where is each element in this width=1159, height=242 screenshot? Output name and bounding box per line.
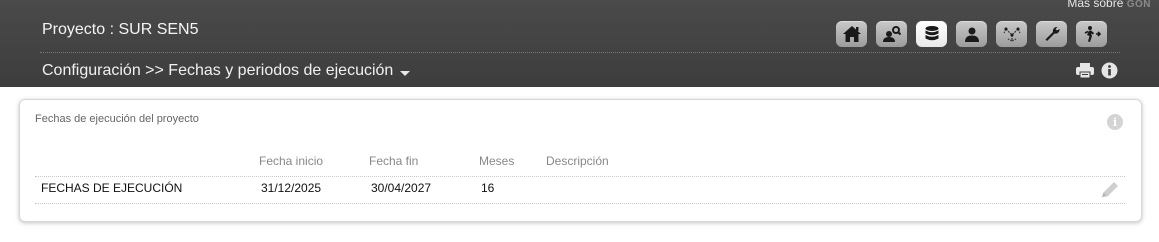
panel-title: Fechas de ejecución del proyecto xyxy=(35,113,199,125)
col-header-fecha-fin: Fecha fin xyxy=(369,154,419,168)
wrench-button[interactable] xyxy=(1036,21,1067,47)
database-icon xyxy=(925,26,938,41)
mas-sobre-label[interactable]: Más sobre xyxy=(1067,0,1123,10)
col-header-descripcion: Descripción xyxy=(546,154,609,168)
execution-dates-panel: Fechas de ejecución del proyecto i Fecha… xyxy=(19,99,1142,222)
users-search-button[interactable] xyxy=(876,21,907,47)
breadcrumb-label[interactable]: Configuración >> Fechas y periodos de ej… xyxy=(42,62,393,80)
user-icon xyxy=(964,27,979,42)
tree-button[interactable] xyxy=(996,21,1027,47)
tree-icon xyxy=(1002,27,1021,42)
mas-sobre-link[interactable]: Más sobre GON xyxy=(1067,0,1151,10)
wrench-icon xyxy=(1045,26,1060,41)
panel-info-icon[interactable]: i xyxy=(1107,114,1123,130)
col-header-fecha-inicio: Fecha inicio xyxy=(259,154,324,168)
exit-icon xyxy=(1084,26,1101,42)
edit-pencil-icon[interactable] xyxy=(1099,180,1121,205)
exit-button[interactable] xyxy=(1076,21,1107,47)
breadcrumb-menu[interactable]: Configuración >> Fechas y periodos de ej… xyxy=(42,62,411,80)
home-button[interactable] xyxy=(836,21,867,47)
users-search-icon xyxy=(882,26,901,42)
main-toolbar xyxy=(836,21,1107,47)
row-meses: 16 xyxy=(481,181,495,195)
project-title: Proyecto : SUR SEN5 xyxy=(42,21,199,38)
row-fecha-fin: 30/04/2027 xyxy=(371,181,432,195)
row-separator xyxy=(35,203,1125,204)
database-button[interactable] xyxy=(916,21,947,47)
brand-logo[interactable]: GON xyxy=(1127,0,1151,10)
print-icon[interactable] xyxy=(1075,62,1095,84)
header-row-separator xyxy=(35,176,1125,177)
user-button[interactable] xyxy=(956,21,987,47)
home-icon xyxy=(842,26,861,42)
col-header-meses: Meses xyxy=(479,154,515,168)
header-divider xyxy=(40,52,1120,53)
header-actions xyxy=(1075,62,1118,84)
info-icon[interactable] xyxy=(1101,62,1118,84)
row-fecha-inicio: 31/12/2025 xyxy=(261,181,322,195)
header-bar: Más sobre GON Proyecto : SUR SEN5 Config… xyxy=(0,0,1159,87)
row-name: FECHAS DE EJECUCIÓN xyxy=(41,181,183,195)
chevron-down-icon[interactable] xyxy=(400,70,411,76)
